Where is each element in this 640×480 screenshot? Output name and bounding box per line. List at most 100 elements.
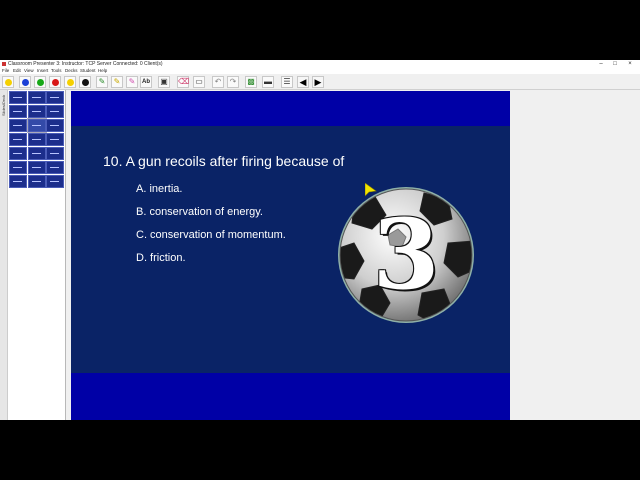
marker-tool-button[interactable]: ✎: [126, 76, 138, 88]
text-tool-label: Ab: [142, 79, 150, 85]
pen-tool-button[interactable]: ✎: [96, 76, 108, 88]
thumbnail-preview-line: [31, 139, 41, 140]
minimize-button[interactable]: –: [594, 60, 608, 68]
slide-thumbnail[interactable]: [27, 91, 46, 104]
redo-button[interactable]: ↷: [227, 76, 239, 88]
slide-thumbnail[interactable]: [9, 175, 27, 188]
slide-thumbnail[interactable]: [9, 147, 27, 160]
thumbnail-preview-line: [50, 111, 59, 112]
thumbnail-preview-line: [13, 167, 22, 168]
image-tool-button[interactable]: ▣: [158, 76, 170, 88]
screenshot-button[interactable]: ▩: [245, 76, 257, 88]
marker-icon: ✎: [128, 77, 136, 86]
thumbnail-preview-line: [13, 125, 22, 126]
deck-tab-label: Slides/Deck 1: [1, 94, 12, 116]
clear-ink-icon: ▭: [195, 77, 203, 86]
thumbnail-preview-line: [13, 181, 22, 182]
thumbnail-preview-line: [50, 125, 59, 126]
slide-viewer: 10. A gun recoils after firing because o…: [66, 90, 640, 420]
countdown-number: 3: [372, 198, 440, 311]
green-pen-icon: [37, 79, 44, 86]
pen-icon: ✎: [98, 77, 106, 86]
gold-pen-icon: [67, 79, 74, 86]
filmstrip-toggle-button[interactable]: ☰: [281, 76, 293, 88]
slide-thumbnail[interactable]: [46, 119, 64, 132]
screen: Classroom Presenter 3: Instructor: TCP S…: [0, 0, 640, 480]
toolbar: ✎ ✎ ✎ Ab ▣ ⌫ ▭ ↶ ↷ ▩ ▬ ☰ ◀ ▶: [0, 74, 640, 90]
current-slide[interactable]: 10. A gun recoils after firing because o…: [71, 91, 510, 420]
arrow-right-icon: ▶: [314, 77, 322, 87]
thumbnail-preview-line: [31, 97, 41, 98]
pen-black-button[interactable]: [79, 76, 91, 88]
thumbnail-preview-line: [13, 139, 22, 140]
thumbnail-preview-line: [50, 153, 59, 154]
minimize-slide-button[interactable]: ▬: [262, 76, 274, 88]
pen-yellow-button[interactable]: [2, 76, 14, 88]
eraser-icon: ⌫: [178, 77, 190, 86]
clear-ink-button[interactable]: ▭: [193, 76, 205, 88]
next-slide-button[interactable]: ▶: [312, 76, 324, 88]
slide-thumbnail[interactable]: [27, 133, 46, 146]
redo-icon: ↷: [229, 77, 237, 86]
answer-d: D. friction.: [136, 252, 186, 264]
thumbnail-preview-line: [50, 97, 59, 98]
deck-tab[interactable]: Slides/Deck 1: [0, 90, 12, 420]
close-button[interactable]: ×: [623, 60, 637, 68]
filmstrip-icon: ☰: [283, 77, 291, 86]
slide-thumbnail[interactable]: [46, 105, 64, 118]
thumbnail-preview-line: [13, 97, 22, 98]
app-icon: [2, 62, 6, 66]
previous-slide-button[interactable]: ◀: [297, 76, 309, 88]
title-bar: Classroom Presenter 3: Instructor: TCP S…: [0, 60, 640, 68]
highlighter-icon: ✎: [113, 77, 121, 86]
image-icon: ▣: [160, 77, 168, 86]
slide-top-band: [71, 91, 510, 126]
screenshot-icon: ▩: [247, 77, 255, 86]
pen-red-button[interactable]: [49, 76, 61, 88]
slide-thumbnail[interactable]: [9, 105, 27, 118]
thumbnail-preview-line: [13, 153, 22, 154]
answer-a: A. inertia.: [136, 183, 183, 195]
minus-icon: ▬: [264, 77, 272, 86]
answer-c: C. conservation of momentum.: [136, 229, 286, 241]
pen-green-button[interactable]: [34, 76, 46, 88]
slide-thumbnail[interactable]: [27, 161, 46, 174]
thumbnail-preview-line: [31, 153, 41, 154]
slide-thumbnail-panel: [8, 90, 66, 420]
slide-thumbnail[interactable]: [46, 133, 64, 146]
slide-thumbnail[interactable]: [9, 91, 27, 104]
answer-b: B. conservation of energy.: [136, 206, 263, 218]
pointer-cursor-icon: [365, 183, 377, 197]
text-tool-button[interactable]: Ab: [140, 76, 152, 88]
slide-thumbnail[interactable]: [9, 161, 27, 174]
pen-blue-button[interactable]: [19, 76, 31, 88]
thumbnail-preview-line: [13, 111, 22, 112]
thumbnail-preview-line: [31, 111, 41, 112]
slide-thumbnail[interactable]: [9, 133, 27, 146]
slide-thumbnail[interactable]: [46, 161, 64, 174]
eraser-tool-button[interactable]: ⌫: [177, 76, 189, 88]
red-pen-icon: [52, 79, 59, 86]
question-text: 10. A gun recoils after firing because o…: [103, 153, 345, 169]
slide-thumbnail[interactable]: [46, 175, 64, 188]
black-pen-icon: [82, 79, 89, 86]
thumbnail-preview-line: [50, 139, 59, 140]
slide-thumbnail[interactable]: [26, 118, 47, 133]
highlighter-tool-button[interactable]: ✎: [111, 76, 123, 88]
window-title: Classroom Presenter 3: Instructor: TCP S…: [8, 61, 163, 67]
slide-thumbnail[interactable]: [9, 119, 27, 132]
slide-thumbnail[interactable]: [27, 105, 46, 118]
maximize-button[interactable]: □: [608, 60, 622, 68]
slide-thumbnail[interactable]: [46, 91, 64, 104]
app-window: Classroom Presenter 3: Instructor: TCP S…: [0, 60, 640, 420]
slide-thumbnail[interactable]: [27, 147, 46, 160]
undo-button[interactable]: ↶: [212, 76, 224, 88]
pen-gold-button[interactable]: [64, 76, 76, 88]
slide-thumbnail[interactable]: [46, 147, 64, 160]
blue-pen-icon: [22, 79, 29, 86]
thumbnail-preview-line: [31, 167, 41, 168]
arrow-left-icon: ◀: [299, 77, 307, 87]
yellow-pen-icon: [5, 79, 12, 86]
slide-thumbnail[interactable]: [27, 175, 46, 188]
slide-bottom-band: [71, 373, 510, 420]
